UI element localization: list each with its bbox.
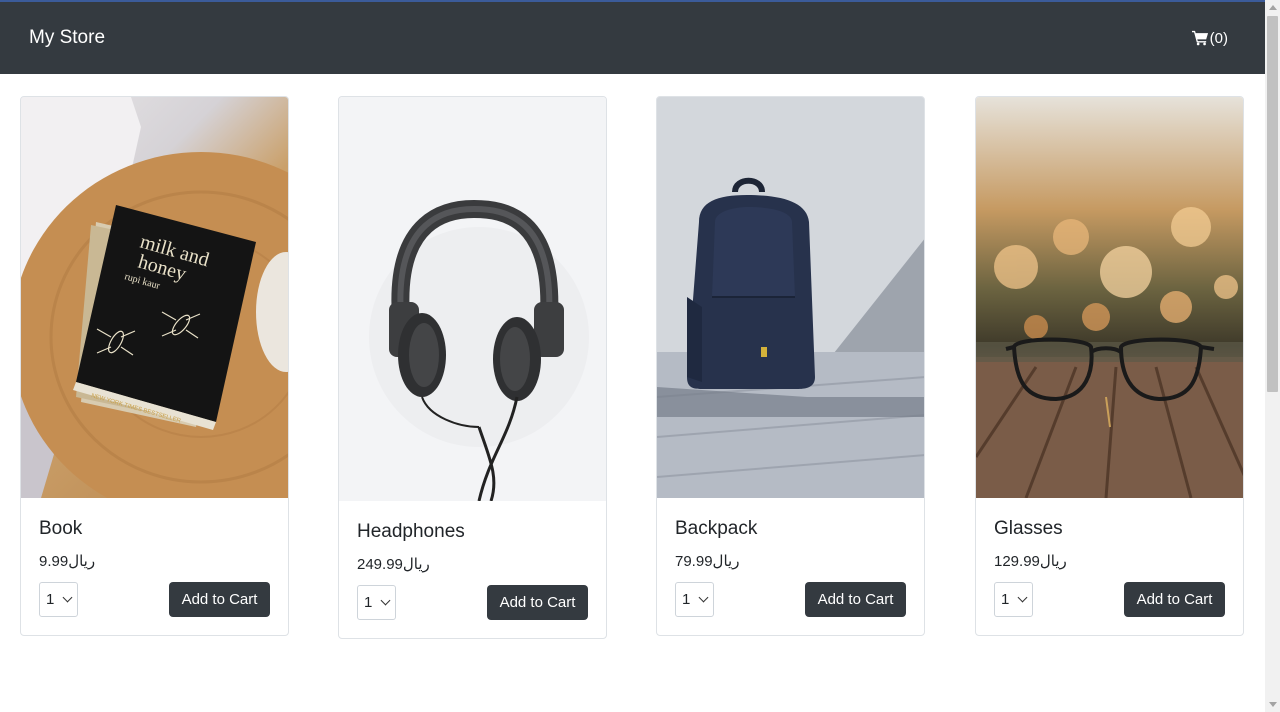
quantity-value: 1 xyxy=(46,591,55,608)
product-image-book: milk and honey rupi kaur NEW YORK TIMES … xyxy=(21,97,288,498)
quantity-select[interactable]: 1 xyxy=(357,585,396,620)
cart-count: (0) xyxy=(1209,29,1228,47)
product-card-backpack: Backpack 79.99ريال 1 Add to Cart xyxy=(656,96,925,636)
product-card-headphones: Headphones 249.99ريال 1 Add to Cart xyxy=(338,96,607,639)
quantity-select[interactable]: 1 xyxy=(675,582,714,617)
brand-link[interactable]: My Store xyxy=(29,27,105,49)
product-title: Headphones xyxy=(357,521,465,542)
product-price: 9.99ريال xyxy=(39,553,96,570)
product-card-book: milk and honey rupi kaur NEW YORK TIMES … xyxy=(20,96,289,636)
quantity-value: 1 xyxy=(1001,591,1010,608)
product-image-backpack xyxy=(657,97,924,498)
chevron-down-icon xyxy=(698,592,709,603)
scroll-up-arrow-icon[interactable] xyxy=(1265,0,1280,15)
cart-icon xyxy=(1191,30,1208,46)
product-price: 79.99ريال xyxy=(675,553,740,570)
product-card-glasses: Glasses 129.99ريال 1 Add to Cart xyxy=(975,96,1244,636)
product-title: Book xyxy=(39,518,83,539)
scroll-down-arrow-icon[interactable] xyxy=(1265,697,1280,712)
product-image-glasses xyxy=(976,97,1243,498)
product-image-headphones xyxy=(339,97,606,501)
scrollbar-thumb[interactable] xyxy=(1267,16,1278,392)
quantity-value: 1 xyxy=(364,594,373,611)
chevron-down-icon xyxy=(380,595,391,606)
add-to-cart-button[interactable]: Add to Cart xyxy=(805,582,906,617)
add-to-cart-button[interactable]: Add to Cart xyxy=(1124,582,1225,617)
cart-link[interactable]: (0) xyxy=(1191,29,1228,47)
product-price: 249.99ريال xyxy=(357,556,430,573)
product-title: Glasses xyxy=(994,518,1063,539)
vertical-scrollbar[interactable] xyxy=(1265,0,1280,712)
product-price: 129.99ريال xyxy=(994,553,1067,570)
chevron-down-icon xyxy=(1017,592,1028,603)
quantity-select[interactable]: 1 xyxy=(39,582,78,617)
navbar: My Store (0) xyxy=(0,2,1265,74)
add-to-cart-button[interactable]: Add to Cart xyxy=(487,585,588,620)
product-title: Backpack xyxy=(675,518,758,539)
add-to-cart-button[interactable]: Add to Cart xyxy=(169,582,270,617)
quantity-select[interactable]: 1 xyxy=(994,582,1033,617)
quantity-value: 1 xyxy=(682,591,691,608)
chevron-down-icon xyxy=(62,592,73,603)
